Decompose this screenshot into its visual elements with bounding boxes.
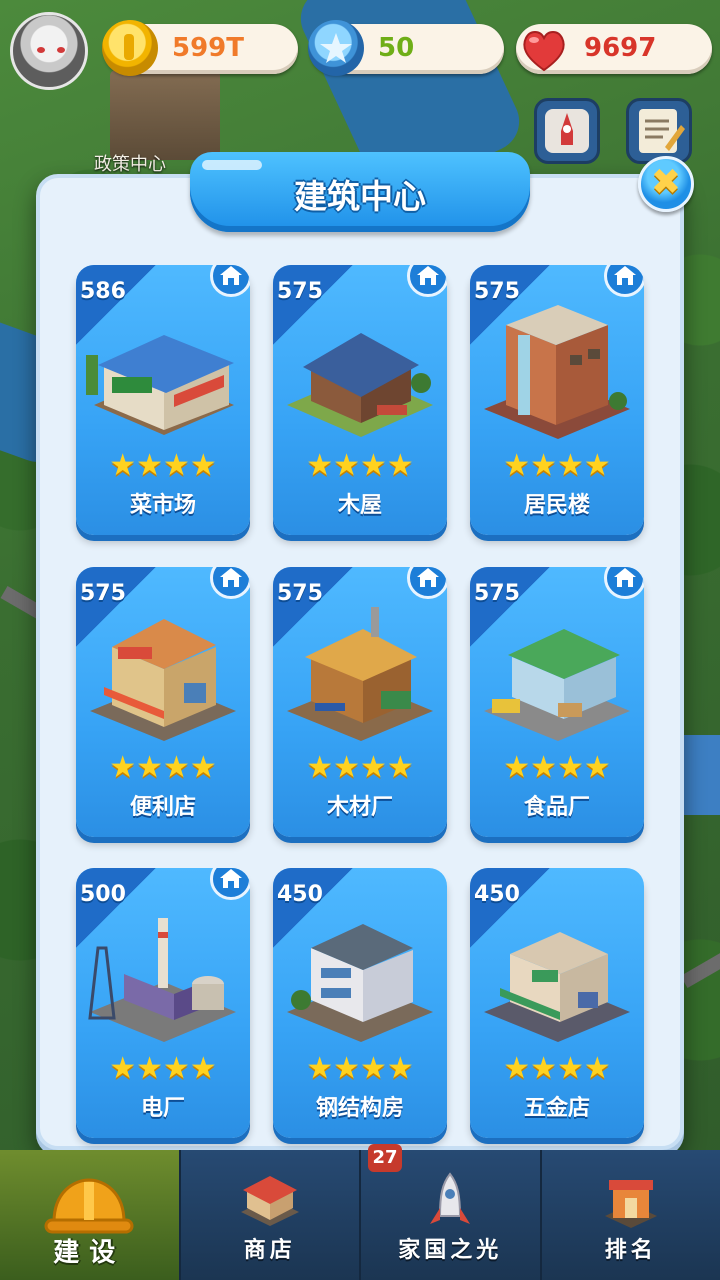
building-price: 575 (474, 581, 520, 606)
shop-icon (240, 1176, 299, 1226)
power-plant-building-image (88, 918, 236, 1042)
home-icon[interactable] (407, 265, 447, 297)
building-name: 菜市场 (129, 493, 196, 518)
coin-value: 599T (172, 33, 245, 63)
building-card-vegetable-market[interactable]: 586 ★★★★ 菜市场 (76, 265, 250, 535)
nav-label: 建设 (53, 1238, 126, 1268)
building-name: 木材厂 (326, 795, 393, 820)
building-price: 586 (80, 279, 126, 304)
close-icon: ✖ (650, 162, 682, 203)
star-rating: ★★★★ (503, 448, 611, 483)
star-value: 50 (378, 33, 415, 63)
building-name: 钢结构房 (315, 1096, 404, 1121)
star-rating: ★★★★ (109, 750, 217, 785)
building-price: 450 (474, 882, 520, 907)
nav-tab-shop[interactable]: 商店 (181, 1150, 361, 1280)
building-price: 575 (277, 279, 323, 304)
ranking-icon (604, 1180, 657, 1228)
star-rating: ★★★★ (306, 448, 414, 483)
nav-label: 排名 (604, 1238, 657, 1263)
star-coin-icon (308, 20, 364, 76)
heart-icon (516, 22, 572, 78)
wooden-house-building-image (287, 333, 433, 437)
close-button[interactable]: ✖ (638, 156, 694, 212)
hardware-store-building-image (484, 932, 630, 1042)
lumber-mill-building-image (287, 607, 433, 741)
bottom-navigation: 建设 商店 家国之光 排名 (0, 1150, 720, 1280)
home-icon[interactable] (604, 265, 644, 297)
nav-tab-ranking[interactable]: 排名 (542, 1150, 720, 1280)
building-name: 食品厂 (523, 795, 590, 820)
home-icon[interactable] (210, 265, 250, 297)
event-button[interactable] (534, 98, 600, 164)
dialog-title: 建筑中心 (294, 177, 426, 216)
building-card-hardware-store[interactable]: 450 ★★★★ 五金店 (470, 868, 644, 1138)
building-price: 575 (474, 279, 520, 304)
nav-label: 家国之光 (398, 1238, 503, 1263)
building-card-residential[interactable]: 575 ★★★★ 居民楼 (470, 265, 644, 535)
heart-value: 9697 (584, 33, 657, 63)
residential-building-image (484, 305, 630, 439)
building-card-food-factory[interactable]: 575 ★★★★ 食品厂 (470, 567, 644, 837)
building-card-lumber-mill[interactable]: 575 ★★★★ 木材厂 (273, 567, 447, 837)
building-name: 便利店 (129, 795, 196, 820)
rocket-event-icon (545, 109, 589, 153)
building-name: 电厂 (140, 1096, 185, 1121)
policy-center-label: 政策中心 (94, 154, 166, 175)
home-icon[interactable] (210, 868, 250, 900)
star-rating: ★★★★ (109, 1051, 217, 1086)
star-counter[interactable]: 50 (308, 20, 504, 76)
home-icon[interactable] (604, 567, 644, 599)
dialog-title-tab: 建筑中心 (190, 152, 530, 232)
notepad-icon (639, 109, 685, 153)
building-card-steel-structure-house[interactable]: 450 ★★★★ 钢结构房 (273, 868, 447, 1138)
player-avatar[interactable] (10, 12, 88, 90)
rocket-icon (430, 1172, 471, 1224)
steel-structure-house-building-image (287, 924, 433, 1042)
background-billboard (680, 735, 720, 815)
avatar-eye (57, 47, 65, 53)
convenience-store-building-image (90, 619, 236, 741)
building-name: 居民楼 (523, 493, 590, 518)
building-price: 575 (277, 581, 323, 606)
building-card-power-plant[interactable]: 500 ★★★★ 电厂 (76, 868, 250, 1138)
heart-counter[interactable]: 9697 (516, 24, 712, 74)
policy-center-building[interactable] (110, 70, 220, 160)
building-price: 450 (277, 882, 323, 907)
building-name: 木屋 (337, 493, 382, 518)
building-card-wooden-house[interactable]: 575 ★★★★ 木屋 (273, 265, 447, 535)
vegetable-market-building-image (86, 335, 234, 435)
avatar-eye (37, 47, 45, 53)
tasks-button[interactable] (626, 98, 692, 164)
home-icon[interactable] (407, 567, 447, 599)
building-price: 575 (80, 581, 126, 606)
building-name: 五金店 (523, 1096, 590, 1121)
building-price: 500 (80, 882, 126, 907)
star-rating: ★★★★ (306, 1051, 414, 1086)
home-icon[interactable] (210, 567, 250, 599)
road (680, 945, 720, 989)
star-rating: ★★★★ (503, 750, 611, 785)
coin-counter[interactable]: 599T (102, 20, 298, 76)
nav-label: 商店 (243, 1238, 296, 1263)
title-gloss (202, 160, 262, 170)
star-rating: ★★★★ (306, 750, 414, 785)
nav-tab-build[interactable]: 建设 (0, 1150, 181, 1280)
shop-notification-badge: 27 (368, 1144, 402, 1172)
coin-icon (102, 20, 158, 76)
building-card-convenience-store[interactable]: 575 ★★★★ 便利店 (76, 567, 250, 837)
star-rating: ★★★★ (109, 448, 217, 483)
star-rating: ★★★★ (503, 1051, 611, 1086)
food-factory-building-image (484, 629, 630, 741)
